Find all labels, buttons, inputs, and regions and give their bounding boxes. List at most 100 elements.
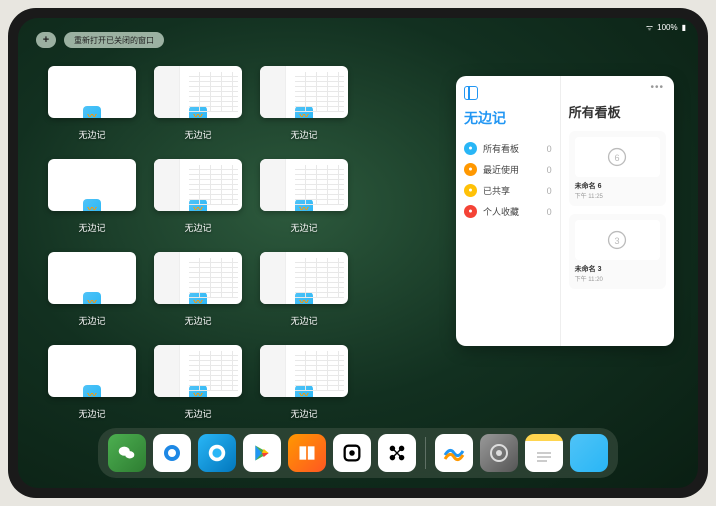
category-label: 最近使用: [483, 163, 519, 176]
sidebar-right: 所有看板 6未命名 6下午 11:253未命名 3下午 11:20: [561, 76, 674, 346]
window-label: 无边记: [290, 314, 317, 327]
dock-separator: [425, 437, 426, 469]
thumbnail-preview: [48, 252, 136, 304]
category-count: 0: [547, 165, 552, 175]
screen: ᯤ 100% ▮ + 重新打开已关闭的窗口 无边记无边记无边记无边记无边记无边记…: [18, 18, 698, 488]
window-thumbnail[interactable]: 无边记: [154, 252, 242, 327]
window-label: 无边记: [78, 128, 105, 141]
category-count: 0: [547, 186, 552, 196]
category-icon: ●: [464, 184, 477, 197]
category-icon: ●: [464, 142, 477, 155]
thumbnail-preview: [260, 345, 348, 397]
category-icon: ●: [464, 205, 477, 218]
freeform-app-icon: [295, 199, 313, 211]
dock-play-icon[interactable]: [243, 434, 281, 472]
freeform-app-icon: [189, 106, 207, 118]
window-label: 无边记: [78, 314, 105, 327]
dock-widget-icon[interactable]: [333, 434, 371, 472]
window-label: 无边记: [184, 314, 211, 327]
category-item[interactable]: ● 最近使用 0: [464, 159, 552, 180]
sidebar-title: 无边记: [464, 108, 552, 128]
category-icon: ●: [464, 163, 477, 176]
window-label: 无边记: [78, 407, 105, 420]
window-thumbnail[interactable]: 无边记: [260, 159, 348, 234]
category-item[interactable]: ●个人收藏0: [464, 201, 552, 222]
board-sketch: 3: [575, 220, 660, 260]
window-label: 无边记: [184, 221, 211, 234]
thumbnail-preview: [154, 345, 242, 397]
board-subtitle: 下午 11:20: [575, 274, 660, 283]
window-label: 无边记: [290, 221, 317, 234]
thumbnail-preview: [260, 159, 348, 211]
boards-title: 所有看板: [569, 102, 666, 121]
board-subtitle: 下午 11:25: [575, 191, 660, 200]
window-label: 无边记: [184, 128, 211, 141]
board-card[interactable]: 3 未命名 3下午 11:20: [569, 214, 666, 289]
sidebar-left: 无边记 ●所有看板0●最近使用0●已共享0●个人收藏0: [456, 76, 561, 346]
dock-settings-icon[interactable]: [480, 434, 518, 472]
window-label: 无边记: [290, 128, 317, 141]
dock-qq-icon[interactable]: [153, 434, 191, 472]
board-sketch: 6: [575, 137, 660, 177]
category-count: 0: [547, 144, 552, 154]
sidebar-toggle-icon[interactable]: [464, 86, 478, 100]
window-label: 无边记: [184, 407, 211, 420]
freeform-app-icon: [189, 385, 207, 397]
freeform-app-icon: [189, 199, 207, 211]
category-count: 0: [547, 207, 552, 217]
battery-label: 100%: [657, 23, 677, 32]
window-thumbnail[interactable]: 无边记: [260, 252, 348, 327]
freeform-app-icon: [295, 292, 313, 304]
window-thumbnail[interactable]: 无边记: [48, 159, 136, 234]
window-thumbnail[interactable]: 无边记: [260, 66, 348, 141]
more-icon[interactable]: •••: [650, 82, 664, 93]
dock-connect-icon[interactable]: [378, 434, 416, 472]
dock-browser-icon[interactable]: [198, 434, 236, 472]
freeform-app-icon: [295, 106, 313, 118]
ipad-device: ᯤ 100% ▮ + 重新打开已关闭的窗口 无边记无边记无边记无边记无边记无边记…: [8, 8, 708, 498]
reopen-closed-window-button[interactable]: 重新打开已关闭的窗口: [64, 32, 164, 48]
battery-icon: ▮: [682, 23, 686, 32]
thumbnail-preview: [154, 159, 242, 211]
dock-freeform-icon[interactable]: [435, 434, 473, 472]
freeform-app-icon: [83, 292, 101, 304]
app-switcher-grid: 无边记无边记无边记无边记无边记无边记无边记无边记无边记无边记无边记无边记: [48, 66, 458, 420]
board-name: 未命名 3: [575, 264, 660, 274]
category-label: 已共享: [483, 184, 510, 197]
dock-notes-icon[interactable]: [525, 434, 563, 472]
status-bar: ᯤ 100% ▮: [646, 22, 686, 33]
svg-text:3: 3: [615, 236, 620, 246]
freeform-app-icon: [295, 385, 313, 397]
board-card[interactable]: 6未命名 6下午 11:25: [569, 131, 666, 206]
dock: [98, 428, 618, 478]
window-thumbnail[interactable]: 无边记: [48, 345, 136, 420]
dock-app-library-icon[interactable]: [570, 434, 608, 472]
category-item[interactable]: ● 所有看板 0: [464, 138, 552, 159]
freeform-sidebar-window[interactable]: ••• 无边记 ●所有看板0●最近使用0●已共享0●个人收藏0 所有看板 6未命…: [456, 76, 674, 346]
thumbnail-preview: [154, 66, 242, 118]
dock-wechat-icon[interactable]: [108, 434, 146, 472]
window-thumbnail[interactable]: 无边记: [154, 66, 242, 141]
window-thumbnail[interactable]: 无边记: [48, 66, 136, 141]
window-label: 无边记: [290, 407, 317, 420]
freeform-app-icon: [189, 292, 207, 304]
window-thumbnail[interactable]: 无边记: [48, 252, 136, 327]
wifi-icon: ᯤ: [646, 22, 653, 33]
window-thumbnail[interactable]: 无边记: [154, 159, 242, 234]
svg-text:6: 6: [615, 153, 620, 163]
new-window-button[interactable]: +: [36, 32, 56, 48]
boards-list: 6未命名 6下午 11:253未命名 3下午 11:20: [569, 131, 666, 289]
window-thumbnail[interactable]: 无边记: [260, 345, 348, 420]
thumbnail-preview: [154, 252, 242, 304]
thumbnail-preview: [48, 66, 136, 118]
window-thumbnail[interactable]: 无边记: [154, 345, 242, 420]
dock-books-icon[interactable]: [288, 434, 326, 472]
thumbnail-preview: [260, 66, 348, 118]
window-label: 无边记: [78, 221, 105, 234]
freeform-app-icon: [83, 199, 101, 211]
category-item[interactable]: ● 已共享 0: [464, 180, 552, 201]
freeform-app-icon: [83, 106, 101, 118]
category-label: 所有看板: [483, 142, 519, 155]
thumbnail-preview: [48, 345, 136, 397]
freeform-app-icon: [83, 385, 101, 397]
